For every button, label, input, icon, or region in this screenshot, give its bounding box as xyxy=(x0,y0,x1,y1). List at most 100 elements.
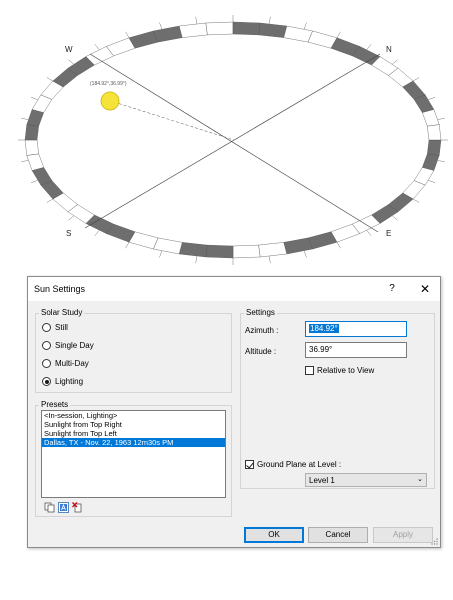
preset-item[interactable]: Sunlight from Top Left xyxy=(42,429,225,438)
ring-tick xyxy=(437,160,445,162)
presets-group: Presets <In-session, Lighting> Sunlight … xyxy=(35,400,232,517)
ring-segment xyxy=(283,237,313,255)
ring-tick xyxy=(46,198,53,203)
ring-tick xyxy=(366,44,372,50)
ring-tick xyxy=(428,97,436,100)
chevron-down-icon: ⌄ xyxy=(417,476,423,483)
altitude-input[interactable]: 36.99° xyxy=(305,342,407,358)
cancel-button[interactable]: Cancel xyxy=(308,527,368,543)
radio-multi-day-label: Multi-Day xyxy=(55,359,89,368)
ground-plane-label: Ground Plane at Level : xyxy=(257,460,342,469)
compass-north: N xyxy=(386,45,392,54)
radio-multi-day[interactable]: Multi-Day xyxy=(42,359,89,368)
ring-segment xyxy=(232,21,261,36)
ring-tick xyxy=(336,31,341,38)
presets-list[interactable]: <In-session, Lighting> Sunlight from Top… xyxy=(41,410,226,498)
ring-tick xyxy=(21,160,29,162)
ring-tick xyxy=(94,230,100,236)
azimuth-value: 184.92° xyxy=(309,324,339,333)
radio-lighting-indicator[interactable] xyxy=(42,377,51,386)
radio-still[interactable]: Still xyxy=(42,323,68,332)
solar-study-label: Solar Study xyxy=(39,308,85,317)
ring-tick xyxy=(68,215,74,221)
ring-segment xyxy=(427,124,442,141)
ring-tick xyxy=(303,22,307,30)
ring-segment xyxy=(178,242,208,258)
ring-segment xyxy=(307,231,338,250)
presets-label: Presets xyxy=(39,400,71,409)
ring-segment xyxy=(205,244,234,259)
ring-segment xyxy=(178,22,208,38)
radio-still-label: Still xyxy=(55,323,68,332)
ring-ticks xyxy=(18,15,448,265)
level-select[interactable]: Level 1 ⌄ xyxy=(305,473,427,487)
ring-segment xyxy=(24,139,39,156)
relative-to-view-checkbox[interactable]: Relative to View xyxy=(305,366,374,375)
ring-segment xyxy=(26,153,44,171)
apply-button[interactable]: Apply xyxy=(373,527,433,543)
ring-segment xyxy=(258,242,288,258)
sun-icon[interactable] xyxy=(100,91,120,111)
radio-lighting-label: Lighting xyxy=(55,377,84,386)
delete-icon[interactable] xyxy=(72,502,83,513)
ground-plane-box[interactable] xyxy=(245,460,254,469)
radio-lighting[interactable]: Lighting xyxy=(42,377,83,386)
radio-single-day[interactable]: Single Day xyxy=(42,341,94,350)
ring-segment xyxy=(427,139,442,156)
azimuth-input[interactable]: 184.92° xyxy=(305,321,407,337)
ring-segment xyxy=(153,237,183,255)
ring-tick xyxy=(195,16,198,24)
ring-tick xyxy=(159,22,163,30)
ring-tick xyxy=(125,31,130,38)
ring-tick xyxy=(268,256,271,264)
ring-tick xyxy=(336,242,341,249)
ring-tick xyxy=(366,230,372,236)
level-select-value: Level 1 xyxy=(309,476,335,485)
close-button[interactable]: ✕ xyxy=(412,279,438,299)
titlebar: Sun Settings ? ✕ xyxy=(28,277,440,301)
radio-multi-day-indicator[interactable] xyxy=(42,359,51,368)
ring-tick xyxy=(46,77,53,82)
rename-icon[interactable] xyxy=(58,502,69,513)
ring-tick xyxy=(303,250,307,258)
resize-grip-icon[interactable] xyxy=(430,537,438,545)
ok-button[interactable]: OK xyxy=(244,527,304,543)
settings-group: Settings Azimuth : 184.92° Altitude : 36… xyxy=(240,308,435,489)
ring-tick xyxy=(125,242,130,249)
ring-tick xyxy=(392,215,398,221)
altitude-value: 36.99° xyxy=(309,345,333,354)
radio-still-indicator[interactable] xyxy=(42,323,51,332)
ring-tick xyxy=(268,16,271,24)
ring-segment xyxy=(258,22,288,38)
ring-tick xyxy=(437,118,445,120)
compass-south: S xyxy=(66,229,71,238)
ring-segment xyxy=(24,124,39,141)
preset-item[interactable]: Sunlight from Top Right xyxy=(42,420,225,429)
relative-to-view-box[interactable] xyxy=(305,366,314,375)
compass-west: W xyxy=(65,45,73,54)
altitude-label: Altitude : xyxy=(245,347,277,356)
ring-tick xyxy=(30,180,38,183)
ring-tick xyxy=(195,256,198,264)
ring-segment xyxy=(422,109,440,127)
ring-tick xyxy=(392,59,398,65)
ring-tick xyxy=(413,198,420,203)
sun-position-label: (184.92°,36.99°) xyxy=(90,81,127,87)
ring-tick xyxy=(30,97,38,100)
axis-ne-sw xyxy=(84,53,381,229)
ring-segment xyxy=(283,25,313,43)
ring-segment xyxy=(153,25,183,43)
preset-item-selected[interactable]: Dallas, TX - Nov. 22, 1963 12m30s PM xyxy=(42,438,225,447)
ring-tick xyxy=(159,250,163,258)
dialog-title: Sun Settings xyxy=(34,284,86,294)
preset-item[interactable]: <In-session, Lighting> xyxy=(42,411,225,420)
radio-single-day-indicator[interactable] xyxy=(42,341,51,350)
duplicate-icon[interactable] xyxy=(44,502,55,513)
sun-settings-dialog: Sun Settings ? ✕ Solar Study Still Singl… xyxy=(27,276,441,548)
help-button[interactable]: ? xyxy=(380,279,404,299)
ground-plane-checkbox[interactable]: Ground Plane at Level : xyxy=(245,460,341,469)
sun-ray xyxy=(113,101,235,141)
ring-tick xyxy=(94,44,100,50)
ring-segment xyxy=(128,30,159,49)
ring-segment xyxy=(232,244,261,259)
